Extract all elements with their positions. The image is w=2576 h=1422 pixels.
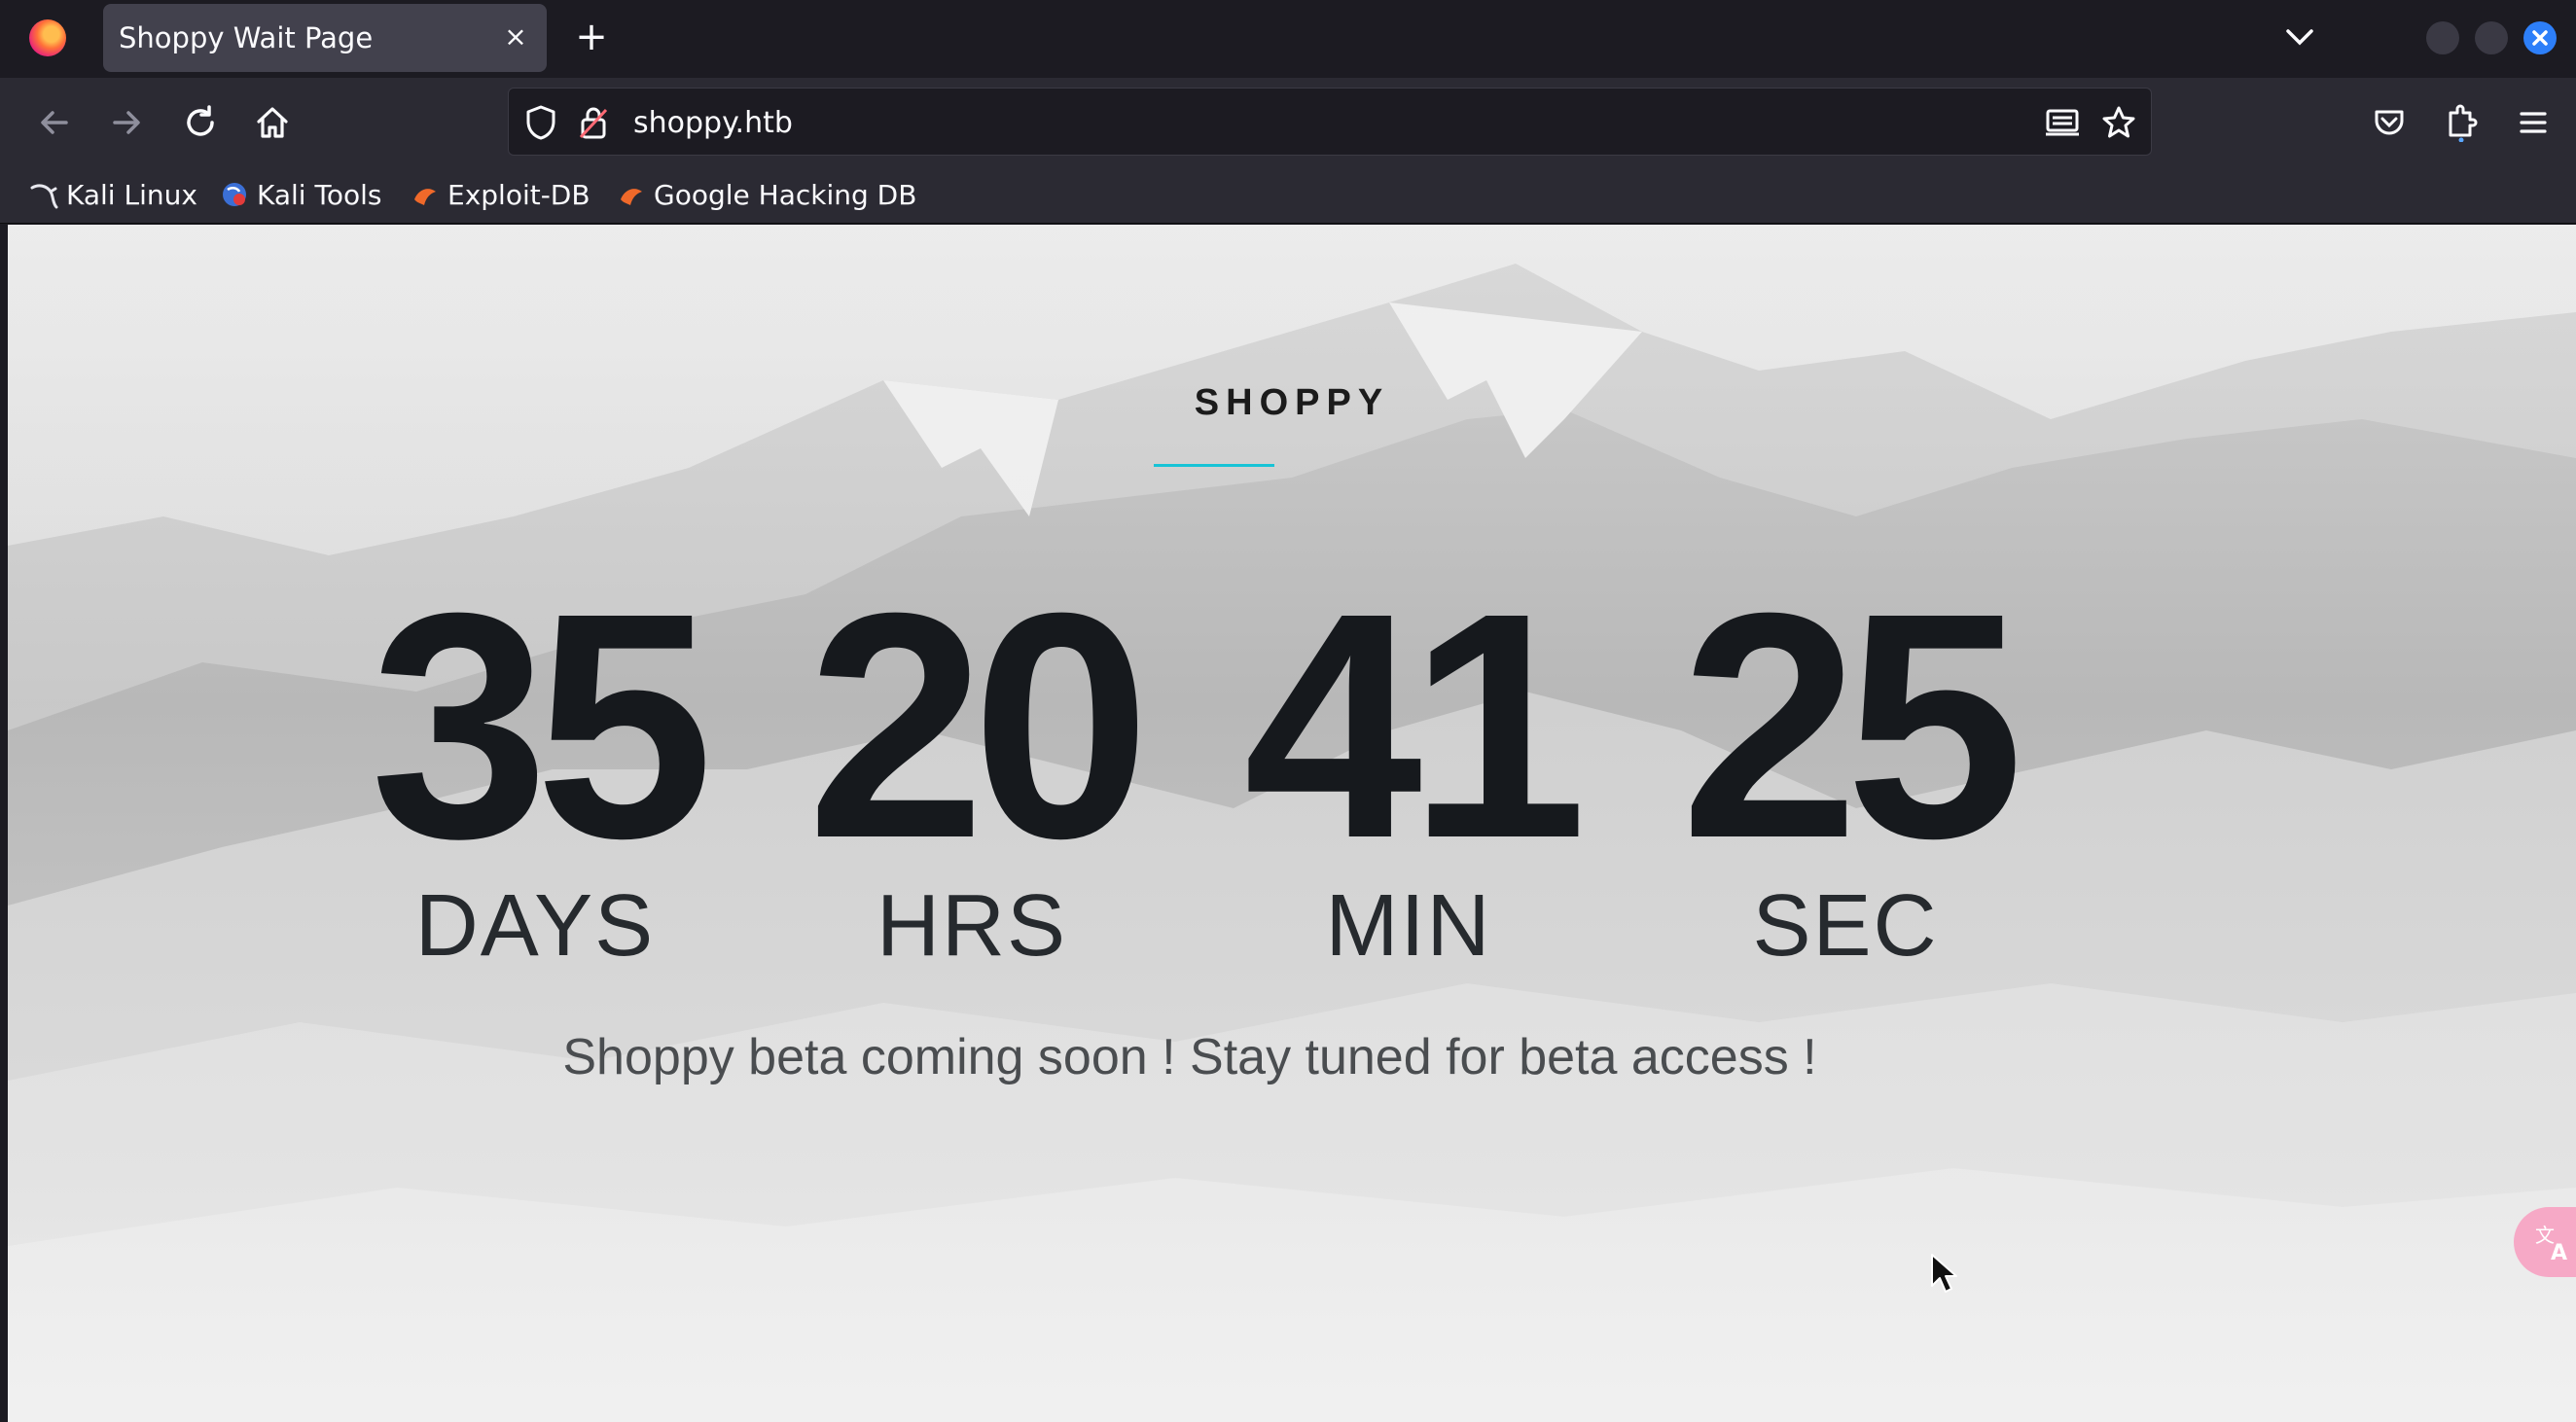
- url-bar[interactable]: shoppy.htb: [508, 88, 2152, 156]
- title-bar: Shoppy Wait Page × +: [0, 0, 2576, 78]
- kali-dragon-icon: [29, 180, 58, 209]
- coming-soon-message: Shoppy beta coming soon ! Stay tuned for…: [562, 1029, 1817, 1085]
- ghdb-icon: [617, 180, 646, 209]
- tab-title: Shoppy Wait Page: [119, 21, 374, 54]
- reader-mode-icon[interactable]: [2044, 104, 2081, 141]
- bookmark-exploit-db[interactable]: Exploit-DB: [411, 175, 590, 214]
- minimize-button[interactable]: [2426, 21, 2459, 54]
- pocket-icon[interactable]: [2366, 99, 2413, 146]
- bookmark-star-icon[interactable]: [2100, 104, 2137, 141]
- bookmark-label: Google Hacking DB: [654, 178, 917, 211]
- bookmark-label: Kali Linux: [66, 178, 197, 211]
- countdown-seconds-value: 25: [1680, 546, 2023, 905]
- tab-shoppy-wait-page[interactable]: Shoppy Wait Page ×: [103, 4, 547, 72]
- mouse-cursor-icon: [1931, 1254, 1957, 1293]
- maximize-button[interactable]: [2475, 21, 2508, 54]
- page-content: SHOPPY 35 DAYS 20 HRS 41 MIN 25 SEC Shop…: [8, 225, 2576, 1422]
- tracking-protection-shield-icon[interactable]: [522, 104, 559, 141]
- back-arrow-icon[interactable]: [31, 99, 78, 146]
- countdown-days: 35 DAYS: [350, 546, 720, 971]
- bookmarks-toolbar: Kali Linux Kali Tools Exploit-DB Google …: [0, 167, 2576, 224]
- firefox-logo-icon[interactable]: [29, 19, 66, 56]
- extensions-puzzle-icon[interactable]: [2438, 99, 2485, 146]
- tab-close-icon[interactable]: ×: [502, 23, 529, 51]
- svg-text:A: A: [2551, 1241, 2567, 1263]
- bookmark-google-hacking-db[interactable]: Google Hacking DB: [617, 175, 916, 214]
- navigation-toolbar: shoppy.htb: [0, 78, 2576, 167]
- tab-list-chevron-down-icon[interactable]: [2280, 19, 2319, 54]
- bookmark-label: Exploit-DB: [447, 178, 590, 211]
- bookmark-label: Kali Tools: [257, 178, 382, 211]
- brand-title: SHOPPY: [1194, 382, 1390, 423]
- bookmark-kali-linux[interactable]: Kali Linux: [29, 175, 197, 214]
- countdown-seconds: 25 SEC: [1661, 546, 2030, 971]
- url-text[interactable]: shoppy.htb: [633, 106, 793, 140]
- forward-arrow-icon[interactable]: [103, 99, 150, 146]
- app-menu-hamburger-icon[interactable]: [2510, 99, 2557, 146]
- countdown-minutes-value: 41: [1243, 546, 1587, 905]
- countdown-minutes: 41 MIN: [1224, 546, 1593, 971]
- countdown-days-value: 35: [370, 546, 713, 905]
- exploit-db-icon: [411, 180, 440, 209]
- kali-tools-icon: [220, 180, 249, 209]
- reload-icon[interactable]: [177, 99, 224, 146]
- countdown-hours: 20 HRS: [787, 546, 1157, 971]
- home-icon[interactable]: [249, 99, 296, 146]
- new-tab-button[interactable]: +: [572, 18, 611, 56]
- insecure-lock-icon[interactable]: [575, 104, 612, 141]
- bookmark-kali-tools[interactable]: Kali Tools: [220, 175, 381, 214]
- brand-underline: [1154, 464, 1274, 467]
- translate-icon[interactable]: 文A: [2514, 1207, 2576, 1277]
- close-window-button[interactable]: [2523, 21, 2557, 54]
- countdown-hours-value: 20: [806, 546, 1150, 905]
